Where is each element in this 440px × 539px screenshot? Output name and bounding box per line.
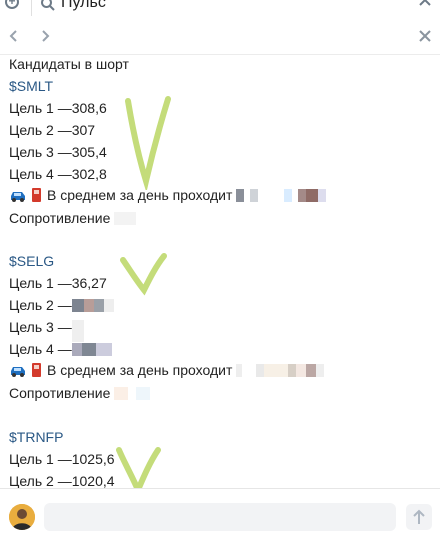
fuel-pump-emoji-icon (32, 363, 41, 377)
checkmark-icon (116, 447, 161, 494)
divider (31, 0, 32, 16)
target-line: Цель 4 —302,8 (9, 166, 107, 182)
average-line: В среднем за день проходит (9, 360, 325, 380)
plus-circle-icon[interactable]: + (5, 0, 19, 9)
redacted-value (114, 212, 137, 225)
search-input[interactable]: Пульс (61, 0, 106, 12)
post-header: Кандидаты в шорт (9, 56, 129, 72)
search-icon (41, 0, 55, 11)
resistance-label: Сопротивление (9, 210, 111, 226)
resistance-line: Сопротивление (9, 383, 151, 403)
resistance-label: Сопротивление (9, 385, 111, 401)
redacted-value (236, 189, 327, 202)
target-line: Цель 4 — (9, 339, 112, 359)
checkmark-icon (125, 96, 171, 190)
comment-input[interactable] (44, 503, 396, 531)
send-arrow-icon (413, 509, 425, 524)
comment-bar (0, 488, 440, 539)
checkmark-icon (120, 253, 167, 296)
target-line: Цель 1 —36,27 (9, 275, 107, 291)
resistance-line: Сопротивление (9, 208, 137, 228)
car-emoji-icon (11, 367, 25, 377)
user-avatar-icon (9, 504, 35, 530)
target-line: Цель 2 — (9, 295, 114, 315)
target-label: Цель 3 — (9, 319, 72, 335)
chevron-right-icon[interactable] (40, 30, 50, 42)
redacted-value (114, 387, 151, 400)
navigation-bar (0, 18, 440, 55)
avatar[interactable] (9, 504, 35, 530)
ticker-link[interactable]: $TRNFP (9, 427, 63, 447)
close-icon[interactable] (418, 0, 432, 11)
ticker-link[interactable]: $SELG (9, 251, 54, 271)
ticker-link[interactable]: $SMLT (9, 76, 53, 96)
chevron-left-icon[interactable] (9, 30, 19, 42)
fuel-pump-emoji-icon (32, 188, 41, 202)
target-line: Цель 2 —307 (9, 122, 96, 138)
search-bar: + Пульс (0, 0, 440, 19)
average-text: В среднем за день проходит (47, 362, 233, 378)
target-line: Цель 1 —308,6 (9, 100, 107, 116)
target-line: Цель 3 —305,4 (9, 144, 107, 160)
target-label: Цель 2 — (9, 297, 72, 313)
target-label: Цель 4 — (9, 341, 72, 357)
redacted-value (71, 343, 112, 356)
redacted-value (71, 299, 114, 312)
send-button[interactable] (406, 504, 432, 530)
close-icon[interactable] (418, 29, 432, 43)
target-line: Цель 1 —1025,6 (9, 451, 115, 467)
redacted-value (236, 364, 325, 377)
car-emoji-icon (11, 192, 25, 202)
